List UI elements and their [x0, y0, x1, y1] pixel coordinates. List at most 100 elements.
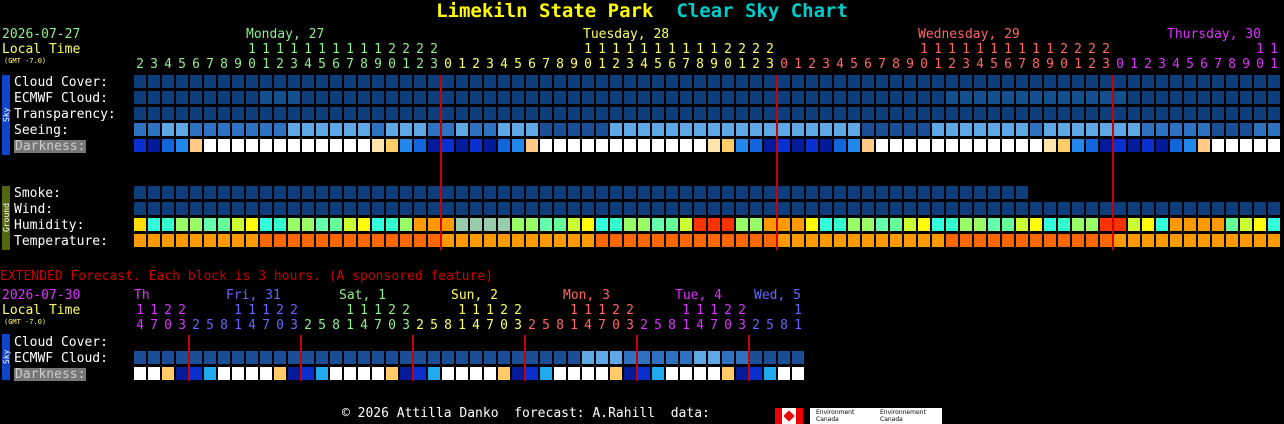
ext-ecmwf-cell — [792, 351, 804, 364]
darkness-cell — [274, 139, 286, 152]
wind-cell — [960, 202, 972, 215]
seeing-cell — [1044, 123, 1056, 136]
wind-cell — [456, 202, 468, 215]
ext-darkness-cell — [260, 367, 272, 380]
darkness-cell — [1114, 139, 1126, 152]
ext-hour-tens: 1 — [458, 303, 466, 318]
smoke-cell — [960, 186, 972, 199]
darkness-cell — [302, 139, 314, 152]
ext-darkness-cell — [568, 367, 580, 380]
ext-ecmwf-cell — [162, 351, 174, 364]
transparency-cell — [848, 107, 860, 120]
humidity-cell — [582, 218, 594, 231]
ecmwf-cloud-cell — [960, 91, 972, 104]
humidity-cell — [904, 218, 916, 231]
seeing-cell — [946, 123, 958, 136]
seeing-cell — [554, 123, 566, 136]
darkness-cell — [1044, 139, 1056, 152]
cloud-cover-cell — [624, 75, 636, 88]
wind-cell — [988, 202, 1000, 215]
humidity-cell — [442, 218, 454, 231]
ext-midnight-divider — [188, 335, 190, 381]
humidity-cell — [232, 218, 244, 231]
ext-darkness-cell — [470, 367, 482, 380]
seeing-cell — [1058, 123, 1070, 136]
wind-cell — [666, 202, 678, 215]
seeing-cell — [932, 123, 944, 136]
wind-cell — [806, 202, 818, 215]
wind-cell — [1184, 202, 1196, 215]
transparency-cell — [1268, 107, 1280, 120]
wind-cell — [946, 202, 958, 215]
ext-hour-tens: 1 — [374, 303, 382, 318]
humidity-cell — [344, 218, 356, 231]
smoke-cell — [988, 186, 1000, 199]
wind-cell — [792, 202, 804, 215]
temperature-cell — [372, 234, 384, 247]
hour-ones: 0 — [388, 57, 396, 72]
ecmwf-cloud-cell — [904, 91, 916, 104]
cloud-cover-cell — [1114, 75, 1126, 88]
cloud-cover-cell — [652, 75, 664, 88]
ext-darkness-cell — [554, 367, 566, 380]
ext-darkness-cell — [778, 367, 790, 380]
ext-hour-tens: 2 — [388, 303, 396, 318]
seeing-cell — [1114, 123, 1126, 136]
smoke-cell — [834, 186, 846, 199]
ext-darkness-cell — [442, 367, 454, 380]
cloud-cover-cell — [1212, 75, 1224, 88]
ext-hour-tens: 1 — [570, 303, 578, 318]
transparency-cell — [1184, 107, 1196, 120]
transparency-cell — [1240, 107, 1252, 120]
darkness-cell — [876, 139, 888, 152]
darkness-cell — [148, 139, 160, 152]
seeing-cell — [1156, 123, 1168, 136]
hour-ones: 3 — [1102, 57, 1110, 72]
ground-row-label: Smoke: — [14, 186, 61, 201]
hour-tens: 1 — [948, 42, 956, 57]
hour-ones: 3 — [150, 57, 158, 72]
hour-ones: 1 — [262, 57, 270, 72]
ext-darkness-cell — [792, 367, 804, 380]
seeing-cell — [988, 123, 1000, 136]
ecmwf-cloud-cell — [1268, 91, 1280, 104]
ecmwf-cloud-cell — [1254, 91, 1266, 104]
ext-ecmwf-cell — [484, 351, 496, 364]
cloud-cover-cell — [904, 75, 916, 88]
ext-ecmwf-cell — [750, 351, 762, 364]
temperature-cell — [512, 234, 524, 247]
hour-tens: 2 — [766, 42, 774, 57]
seeing-cell — [526, 123, 538, 136]
wind-cell — [820, 202, 832, 215]
hour-ones: 2 — [752, 57, 760, 72]
ecmwf-cloud-cell — [204, 91, 216, 104]
humidity-cell — [778, 218, 790, 231]
smoke-cell — [568, 186, 580, 199]
transparency-cell — [1100, 107, 1112, 120]
darkness-cell — [204, 139, 216, 152]
hour-ones: 5 — [1186, 57, 1194, 72]
wind-cell — [344, 202, 356, 215]
ecmwf-cloud-cell — [988, 91, 1000, 104]
transparency-cell — [1198, 107, 1210, 120]
transparency-cell — [260, 107, 272, 120]
smoke-cell — [540, 186, 552, 199]
ext-local-time: Local Time — [2, 303, 81, 318]
smoke-cell — [904, 186, 916, 199]
wind-cell — [1044, 202, 1056, 215]
humidity-cell — [134, 218, 146, 231]
darkness-cell — [260, 139, 272, 152]
hour-tens: 1 — [1270, 42, 1278, 57]
ecmwf-cloud-cell — [1156, 91, 1168, 104]
hour-tens: 1 — [332, 42, 340, 57]
ext-row-label: ECMWF Cloud: — [14, 351, 108, 366]
ext-hour-ones: 0 — [388, 318, 396, 333]
ext-ecmwf-cell — [512, 351, 524, 364]
temperature-cell — [960, 234, 972, 247]
darkness-cell — [806, 139, 818, 152]
hour-ones: 2 — [948, 57, 956, 72]
cloud-cover-cell — [330, 75, 342, 88]
wind-cell — [372, 202, 384, 215]
ext-ecmwf-cell — [526, 351, 538, 364]
environment-canada-logo[interactable]: Environment Canada Environnement Canada — [810, 408, 942, 424]
